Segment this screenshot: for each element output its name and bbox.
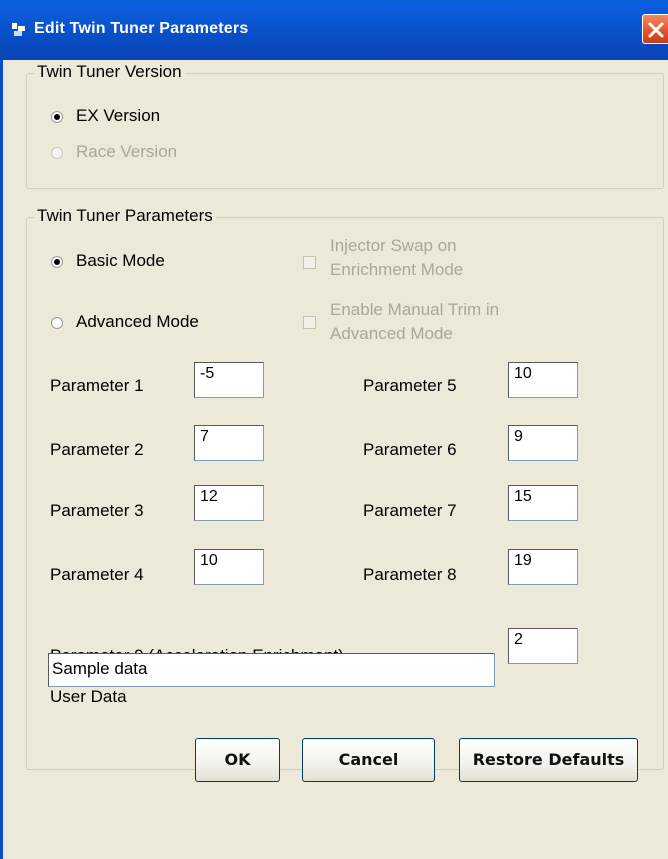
advanced-mode-label[interactable]: Advanced Mode — [76, 312, 199, 332]
ex-version-label[interactable]: EX Version — [76, 106, 160, 126]
window-border — [0, 60, 3, 859]
user-data-label: User Data — [50, 687, 127, 706]
parameter-8-input[interactable]: 19 — [508, 549, 578, 585]
restore-defaults-button[interactable]: Restore Defaults — [459, 738, 638, 782]
parameter-2-input[interactable]: 7 — [194, 425, 264, 461]
parameter-5-label: Parameter 5 — [363, 376, 457, 395]
title-bar[interactable]: Edit Twin Tuner Parameters — [0, 0, 668, 60]
race-version-label: Race Version — [76, 142, 178, 161]
race-version-radio — [51, 147, 63, 159]
injector-swap-checkbox — [303, 256, 316, 269]
parameter-6-input[interactable]: 9 — [508, 425, 578, 461]
manual-trim-label-line1: Enable Manual Trim in — [330, 300, 500, 319]
parameter-2-label: Parameter 2 — [50, 440, 144, 459]
basic-mode-label[interactable]: Basic Mode — [76, 251, 165, 271]
app-icon — [12, 22, 26, 36]
basic-mode-radio[interactable] — [51, 256, 63, 268]
ok-button[interactable]: OK — [195, 738, 280, 782]
parameter-9-input[interactable]: 2 — [508, 628, 578, 664]
user-data-input[interactable]: Sample data — [48, 653, 495, 687]
injector-swap-label-line1: Injector Swap on — [330, 236, 457, 255]
ex-version-radio[interactable] — [51, 111, 63, 123]
version-group-legend: Twin Tuner Version — [34, 62, 185, 82]
parameters-group-legend: Twin Tuner Parameters — [34, 206, 216, 226]
parameter-6-label: Parameter 6 — [363, 440, 457, 459]
parameter-4-label: Parameter 4 — [50, 565, 144, 584]
parameter-7-input[interactable]: 15 — [508, 485, 578, 521]
window-title: Edit Twin Tuner Parameters — [34, 20, 249, 37]
parameter-3-label: Parameter 3 — [50, 501, 144, 520]
parameter-1-input[interactable]: -5 — [194, 362, 264, 398]
parameter-8-label: Parameter 8 — [363, 565, 457, 584]
injector-swap-label-line2: Enrichment Mode — [330, 260, 464, 279]
manual-trim-label-line2: Advanced Mode — [330, 324, 453, 343]
dialog-body: Twin Tuner Version EX Version Race Versi… — [0, 60, 668, 859]
close-icon — [648, 22, 664, 38]
parameter-3-input[interactable]: 12 — [194, 485, 264, 521]
parameter-7-label: Parameter 7 — [363, 501, 457, 520]
close-button[interactable] — [642, 14, 668, 44]
parameter-1-label: Parameter 1 — [50, 376, 144, 395]
parameter-4-input[interactable]: 10 — [194, 549, 264, 585]
version-group — [26, 73, 664, 189]
cancel-button[interactable]: Cancel — [302, 738, 435, 782]
manual-trim-checkbox — [303, 316, 316, 329]
advanced-mode-radio[interactable] — [51, 317, 63, 329]
parameter-5-input[interactable]: 10 — [508, 362, 578, 398]
